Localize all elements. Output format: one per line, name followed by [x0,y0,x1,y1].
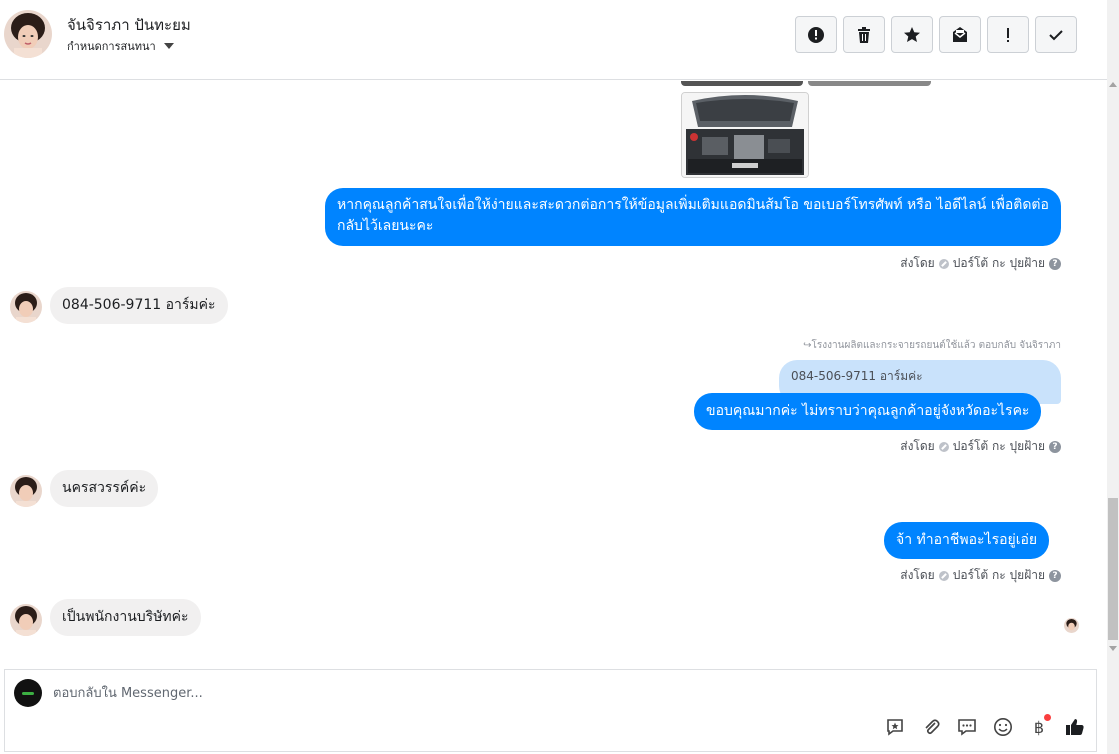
sent-by-label: ส่งโดย [900,568,935,582]
mark-unread-button[interactable] [939,16,981,53]
seen-indicator-avatar [1064,618,1079,633]
scroll-down-arrow-icon[interactable] [1109,646,1117,651]
paperclip-icon [925,719,940,735]
help-icon[interactable]: ? [1049,440,1061,453]
avatar[interactable] [10,475,42,507]
reply-note: ↪โรงงานผลิตและกระจายรถยนต์ใช้แล้ว ตอบกลั… [803,338,1061,353]
check-icon [1049,29,1063,40]
sent-by-label: ส่งโดย [900,439,935,453]
notification-dot [1044,714,1051,721]
reply-note-text: โรงงานผลิตและกระจายรถยนต์ใช้แล้ว ตอบกลับ… [811,340,1061,351]
saved-reply-icon [887,719,903,736]
inbox-conversation: จันจิราภา ปันทะยม กำหนดการสนทนา หากคุณลู… [0,0,1119,754]
saved-replies-button[interactable] [884,716,906,738]
quick-reply-button[interactable] [956,716,978,738]
sent-by-label: ส่งโดย [900,256,935,270]
payment-button[interactable]: ฿ [1028,714,1051,738]
page-avatar [14,679,42,707]
sent-by-info: ส่งโดย ปอร์โต้ กะ ปุยฝ้าย ? [900,437,1061,456]
sent-by-info: ส่งโดย ปอร์โต้ กะ ปุยฝ้าย ? [900,566,1061,585]
help-icon[interactable]: ? [1049,569,1061,582]
attached-photo[interactable] [681,81,803,86]
star-button[interactable] [891,16,933,53]
verified-icon [938,570,949,581]
contact-name[interactable]: จันจิราภา ปันทะยม [67,13,191,37]
chevron-down-icon [163,43,174,49]
alert-circle-icon [808,26,824,43]
message-incoming[interactable]: นครสวรรค์ค่ะ [50,470,159,507]
trash-icon [858,26,870,43]
help-icon[interactable]: ? [1049,257,1061,270]
emoji-button[interactable] [992,716,1014,738]
mark-spam-button[interactable] [795,16,837,53]
scroll-up-arrow-icon[interactable] [1109,82,1117,87]
message-composer: ฿ [4,669,1097,752]
chat-bubble-icon [958,719,976,736]
mark-done-button[interactable] [1035,16,1077,53]
message-incoming[interactable]: เป็นพนักงานบริษัทค่ะ [50,599,201,636]
attached-photo[interactable] [808,81,931,86]
message-incoming[interactable]: 084-506-9711 อาร์มค่ะ [50,287,228,324]
delete-button[interactable] [843,16,885,53]
attached-photo-engine[interactable] [681,92,809,178]
thumbs-up-icon [1066,719,1084,735]
avatar[interactable] [10,604,42,636]
verified-icon [938,258,949,269]
conversation-header: จันจิราภา ปันทะยม กำหนดการสนทนา [0,0,1107,80]
avatar[interactable] [4,10,52,58]
baht-icon: ฿ [1033,717,1045,737]
message-thread: หากคุณลูกค้าสนใจเพื่อให้ง่ายและสะดวกต่อก… [0,81,1093,666]
assign-label: กำหนดการสนทนา [67,40,156,53]
assign-conversation-dropdown[interactable]: กำหนดการสนทนา [67,37,174,55]
conversation-toolbar [795,16,1077,53]
smiley-icon [994,718,1012,736]
scroll-thumb[interactable] [1108,498,1118,640]
reply-input[interactable] [53,682,853,704]
exclamation-icon [1007,27,1009,42]
follow-up-button[interactable] [987,16,1029,53]
message-outgoing[interactable]: ขอบคุณมากค่ะ ไม่ทราบว่าคุณลูกค้าอยู่จังห… [694,393,1042,430]
message-outgoing[interactable]: จ้า ทำอาชีพอะไรอยู่เอ่ย [884,522,1050,559]
composer-toolbar: ฿ [884,714,1086,738]
avatar[interactable] [10,291,42,323]
like-button[interactable] [1064,716,1086,738]
verified-icon [938,441,949,452]
envelope-icon [953,26,967,42]
sender-name[interactable]: ปอร์โต้ กะ ปุยฝ้าย [953,437,1045,456]
star-icon [904,26,920,42]
sender-name[interactable]: ปอร์โต้ กะ ปุยฝ้าย [953,566,1045,585]
sender-name[interactable]: ปอร์โต้ กะ ปุยฝ้าย [953,254,1045,273]
message-outgoing[interactable]: หากคุณลูกค้าสนใจเพื่อให้ง่ายและสะดวกต่อก… [325,188,1061,246]
scrollbar[interactable] [1107,0,1119,754]
sent-by-info: ส่งโดย ปอร์โต้ กะ ปุยฝ้าย ? [900,254,1061,273]
attach-file-button[interactable] [920,716,942,738]
reply-arrow-icon: ↪ [803,340,812,351]
